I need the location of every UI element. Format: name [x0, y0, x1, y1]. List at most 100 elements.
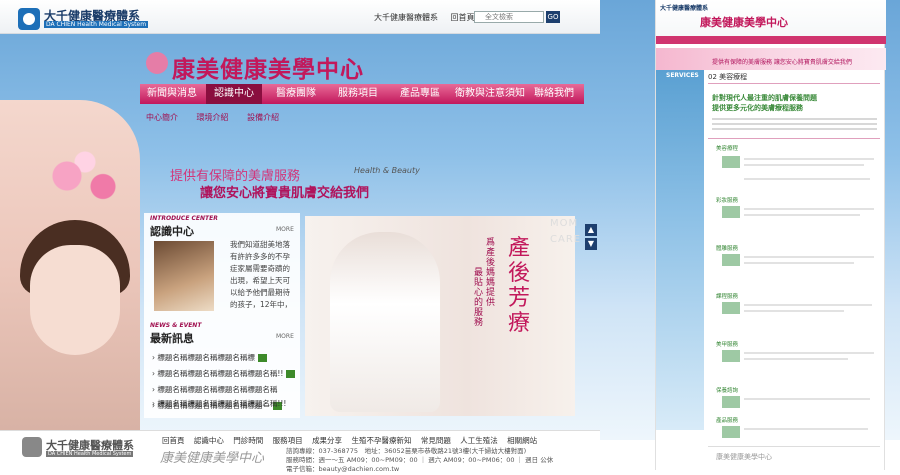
news-item[interactable]: › 標題名稱標題名稱標題名稱標題名稱!! [152, 368, 296, 379]
news-item-title: 標題名稱標題名稱標題名稱標題名稱!!! [157, 399, 287, 408]
hero-english: MOM CARE [550, 218, 582, 245]
hot-badge-icon [257, 354, 267, 362]
footer-logo-icon [22, 437, 42, 457]
inner-divider [708, 83, 880, 84]
about-photo [154, 241, 214, 311]
inner-section-title[interactable]: 課程服務 [716, 292, 738, 300]
footer-hours: 服務時間：週一～五 AM09：00~PM09：00 ｜ 週六 AM09：00~P… [286, 456, 554, 464]
inner-paragraph-line [712, 123, 877, 125]
logo-icon [18, 8, 40, 30]
footer-link-home[interactable]: 回首頁 [162, 436, 185, 445]
inner-section-title[interactable]: 保養諮詢 [716, 386, 738, 394]
logo-subtext: DA CHIEN Health Medical System [44, 21, 149, 28]
subnav-item-intro[interactable]: 中心簡介 [146, 113, 178, 122]
inner-page-mockup: 大千健康醫療體系 康美健康美學中心 提供有保障的美膚服務 讓您安心將寶貴肌膚交給… [655, 0, 886, 470]
inner-nav[interactable] [656, 36, 886, 44]
inner-section-title[interactable]: 美容療程 [716, 144, 738, 152]
nav-item-products[interactable]: 產品專區 [392, 84, 448, 104]
about-title-en: INTRODUCE CENTER [150, 215, 218, 222]
brand-icon [146, 52, 168, 74]
hero-subtitle-2: 最貼心的服務 [474, 268, 484, 328]
inner-sidebar [656, 70, 704, 430]
inner-item-line [744, 310, 844, 312]
inner-section-title[interactable]: 美甲服務 [716, 340, 738, 348]
news-item[interactable]: › 標題名稱標題名稱標題名稱標題名稱 [152, 384, 277, 395]
inner-item-line [744, 428, 868, 430]
inner-item-line [744, 352, 874, 354]
inner-brand-title: 康美健康美學中心 [700, 16, 788, 29]
slogan-line-2: 讓您安心將寶貴肌膚交給我們 [200, 186, 370, 201]
footer-email: 電子信箱：beauty@dachien.com.tw [286, 465, 400, 473]
nav-item-services[interactable]: 服務項目 [330, 84, 386, 104]
nav-item-about[interactable]: 認識中心 [206, 84, 262, 104]
search-input[interactable]: 全文檢索 [474, 11, 544, 23]
inner-services-label: SERVICES [666, 72, 699, 79]
inner-banner-text: 提供有保障的美膚服務 讓您安心將寶貴肌膚交給我們 [712, 59, 852, 66]
inner-item-line [744, 256, 874, 258]
inner-paragraph-line [712, 118, 877, 120]
footer-link-services[interactable]: 服務項目 [273, 436, 303, 445]
top-link-group[interactable]: 大千健康醫療體系 [374, 13, 438, 22]
top-link-home[interactable]: 回首頁 [451, 13, 475, 22]
homepage-mockup: 大千健康醫療體系 DA CHIEN Health Medical System … [0, 0, 600, 430]
inner-paragraph-line [712, 128, 877, 130]
inner-section-title[interactable]: 體雕服務 [716, 244, 738, 252]
hero-subtitle-1: 爲產後媽媽提供 [486, 238, 496, 308]
footer-link-fertility-news[interactable]: 生殖不孕醫療新知 [351, 436, 411, 445]
inner-section-title[interactable]: 產品服務 [716, 416, 738, 424]
nav-item-contact[interactable]: 聯絡我們 [528, 84, 580, 104]
top-bar: 大千健康醫療體系 DA CHIEN Health Medical System … [0, 0, 600, 34]
footer-link-law[interactable]: 人工生殖法 [460, 436, 498, 445]
main-nav: 新聞與消息 認識中心 醫療團隊 服務項目 產品專區 衛教與注意須知 聯絡我們 [140, 84, 584, 104]
footer-links: 回首頁 認識中心 門診時間 服務項目 成果分享 生殖不孕醫療新知 常見問題 人工… [162, 435, 544, 446]
hero-bride-image [330, 232, 440, 412]
inner-intro-title-1: 針對現代人最注重的肌膚保養問題 [712, 94, 817, 102]
inner-item-line [744, 304, 872, 306]
news-more-link[interactable]: MORE [276, 333, 294, 340]
scroll-down-icon[interactable]: ▼ [585, 238, 597, 250]
inner-item-thumb [722, 254, 740, 266]
inner-item-thumb [722, 302, 740, 314]
footer-link-about[interactable]: 認識中心 [194, 436, 224, 445]
hero-model-panel [0, 100, 140, 430]
subnav-item-equipment[interactable]: 設備介紹 [247, 113, 279, 122]
footer-link-results[interactable]: 成果分享 [312, 436, 342, 445]
inner-item-line [744, 214, 860, 216]
news-item[interactable]: › 標題名稱標題名稱標題名稱標題名稱!!! [152, 398, 286, 409]
search-button[interactable]: GO [546, 11, 560, 23]
inner-intro-title-2: 提供更多元化的美膚療程服務 [712, 104, 803, 112]
inner-item-line [744, 358, 848, 360]
about-more-link[interactable]: MORE [276, 226, 294, 233]
inner-item-thumb [722, 156, 740, 168]
inner-item-line [744, 164, 864, 166]
site-logo[interactable]: 大千健康醫療體系 DA CHIEN Health Medical System [18, 8, 168, 30]
nav-item-news[interactable]: 新聞與消息 [144, 84, 200, 104]
footer-link-faq[interactable]: 常見問題 [421, 436, 451, 445]
content-panel: INTRODUCE CENTER 認識中心 MORE 我們知道甜美地落有許許多多… [144, 213, 300, 418]
inner-item-thumb [722, 350, 740, 362]
footer-logo-subtext: DA CHIEN Health Medical System [46, 451, 134, 457]
subnav-item-environment[interactable]: 環境介紹 [197, 113, 229, 122]
inner-item-line [744, 208, 874, 210]
top-links: 大千健康醫療體系 回首頁 [374, 12, 485, 23]
nav-item-health-notes[interactable]: 衛教與注意須知 [454, 84, 526, 104]
inner-section-title[interactable]: 彩妝服務 [716, 196, 738, 204]
inner-logo[interactable]: 大千健康醫療體系 [660, 3, 708, 12]
footer-brand: 康美健康美學中心 [160, 451, 265, 466]
sub-nav: 中心簡介 環境介紹 設備介紹 [146, 112, 295, 123]
news-title: 最新訊息 [150, 332, 194, 345]
footer-link-related[interactable]: 相關網站 [507, 436, 537, 445]
scroll-up-icon[interactable]: ▲ [585, 224, 597, 236]
footer-contact-info: 諮詢專線：037-368775 地址：36052苗栗市恭敬路21號3樓(大千婦幼… [286, 447, 553, 474]
inner-item-line [744, 158, 874, 160]
news-item-title: 標題名稱標題名稱標題名稱標題名稱 [157, 385, 278, 394]
footer-link-hours[interactable]: 門診時間 [233, 436, 263, 445]
nav-item-team[interactable]: 醫療團隊 [268, 84, 324, 104]
news-title-en: NEWS & EVENT [150, 322, 202, 329]
inner-divider [708, 138, 880, 139]
inner-item-thumb [722, 206, 740, 218]
news-item[interactable]: › 標題名稱標題名稱標題名稱標 [152, 352, 267, 363]
news-item-title: 標題名稱標題名稱標題名稱標題名稱!! [157, 369, 284, 378]
brand-title: 康美健康美學中心 [172, 56, 364, 83]
inner-item-thumb [722, 396, 740, 408]
